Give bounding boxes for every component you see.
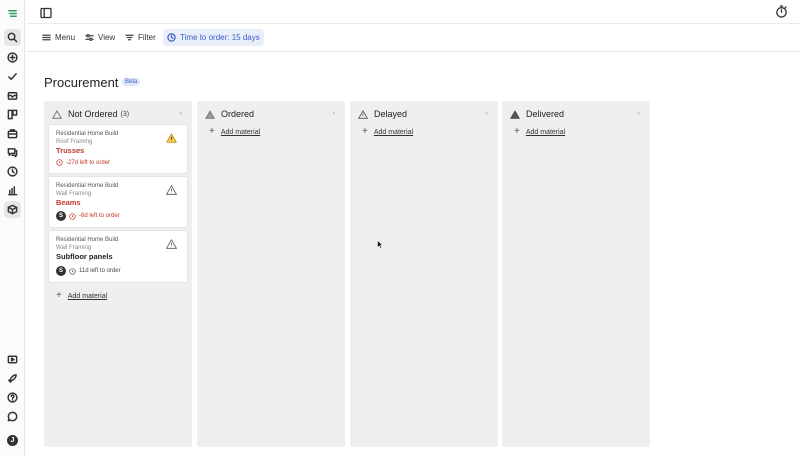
warning-icon bbox=[166, 133, 177, 143]
status-gray-triangle-icon bbox=[205, 109, 215, 119]
help-icon[interactable] bbox=[4, 389, 21, 406]
left-rail: J bbox=[0, 0, 25, 456]
add-material-button[interactable]: + Add material bbox=[362, 126, 413, 138]
card-material: Trusses bbox=[56, 146, 85, 155]
chart-icon[interactable] bbox=[4, 182, 21, 199]
timer-icon[interactable] bbox=[775, 5, 788, 18]
clock-icon[interactable] bbox=[4, 163, 21, 180]
card-due: S 11d left to order bbox=[56, 266, 121, 276]
collapse-chevron-icon[interactable]: ‹ bbox=[180, 110, 182, 117]
user-avatar[interactable]: J bbox=[4, 432, 21, 449]
add-material-button[interactable]: + Add material bbox=[514, 126, 565, 138]
mouse-cursor-icon bbox=[377, 240, 383, 249]
inbox-icon[interactable] bbox=[4, 87, 21, 104]
card-project: Residential Home Build bbox=[56, 183, 119, 189]
time-to-order-filter[interactable]: Time to order: 15 days bbox=[163, 29, 264, 46]
time-to-order-label: Time to order: 15 days bbox=[180, 33, 260, 42]
top-bar bbox=[26, 0, 800, 24]
card-material: Beams bbox=[56, 198, 81, 207]
beta-badge: Beta bbox=[122, 78, 141, 86]
add-circle-icon[interactable] bbox=[4, 49, 21, 66]
status-dark-triangle-icon bbox=[510, 109, 520, 119]
chat-icon[interactable] bbox=[4, 144, 21, 161]
card-due-text: 11d left to order bbox=[79, 268, 121, 274]
view-label: View bbox=[98, 33, 116, 42]
collapse-chevron-icon[interactable]: ‹ bbox=[333, 110, 335, 117]
user-initial: J bbox=[7, 435, 18, 446]
filter-button[interactable]: Filter bbox=[121, 29, 160, 46]
plus-icon: + bbox=[56, 290, 62, 301]
material-card[interactable]: Residential Home Build Wall Framing Subf… bbox=[49, 231, 187, 282]
add-material-button[interactable]: + Add material bbox=[209, 126, 260, 138]
card-due-text: -6d left to order bbox=[79, 213, 120, 219]
plus-icon: + bbox=[209, 126, 215, 137]
add-material-label: Add material bbox=[525, 128, 566, 136]
assignee-avatar[interactable]: S bbox=[56, 266, 66, 276]
briefcase-icon[interactable] bbox=[4, 125, 21, 142]
menu-label: Menu bbox=[55, 33, 76, 42]
status-outline-triangle-icon bbox=[52, 109, 62, 119]
clock-icon bbox=[56, 159, 63, 166]
card-phase: Wall Framing bbox=[56, 191, 92, 197]
column-title: Delivered bbox=[526, 109, 565, 119]
warning-outline-icon bbox=[166, 185, 177, 195]
plus-icon: + bbox=[514, 126, 520, 137]
board-icon[interactable] bbox=[4, 106, 21, 123]
menu-button[interactable]: Menu bbox=[38, 29, 79, 46]
warning-outline-icon bbox=[358, 109, 368, 119]
column-delivered: Delivered ‹ + Add material bbox=[502, 101, 650, 447]
message-icon[interactable] bbox=[4, 408, 21, 425]
check-icon[interactable] bbox=[4, 68, 21, 85]
warning-outline-icon bbox=[166, 239, 177, 249]
filter-label: Filter bbox=[138, 33, 156, 42]
column-delayed: Delayed ‹ + Add material bbox=[350, 101, 498, 447]
search-icon[interactable] bbox=[4, 29, 21, 46]
video-icon[interactable] bbox=[4, 351, 21, 368]
collapse-chevron-icon[interactable]: ‹ bbox=[486, 110, 488, 117]
card-due: S -6d left to order bbox=[56, 211, 120, 221]
card-phase: Wall Framing bbox=[56, 245, 92, 251]
sliders-icon bbox=[85, 33, 94, 42]
assignee-avatar[interactable]: S bbox=[56, 211, 66, 221]
app-logo-icon[interactable] bbox=[4, 5, 21, 22]
card-material: Subfloor panels bbox=[56, 252, 113, 261]
menu-icon bbox=[42, 34, 51, 41]
column-title: Ordered bbox=[221, 109, 255, 119]
clock-icon bbox=[69, 212, 76, 220]
clock-icon bbox=[167, 33, 176, 42]
column-header: Ordered ‹ bbox=[205, 107, 337, 121]
column-ordered: Ordered ‹ + Add material bbox=[197, 101, 345, 447]
collapse-chevron-icon[interactable]: ‹ bbox=[638, 110, 640, 117]
filter-icon bbox=[125, 34, 134, 41]
toolbar: Menu View Filter Time to order: 15 days bbox=[26, 24, 800, 52]
add-material-label: Add material bbox=[67, 292, 108, 300]
column-header: Delayed ‹ bbox=[358, 107, 490, 121]
view-button[interactable]: View bbox=[81, 29, 119, 46]
add-material-label: Add material bbox=[373, 128, 414, 136]
add-material-label: Add material bbox=[220, 128, 261, 136]
add-material-button[interactable]: + Add material bbox=[56, 290, 107, 302]
clock-icon bbox=[69, 267, 76, 275]
card-due: -27d left to order bbox=[56, 159, 110, 166]
card-project: Residential Home Build bbox=[56, 131, 119, 137]
column-not-ordered: Not Ordered (3) ‹ Residential Home Build… bbox=[44, 101, 192, 447]
card-phase: Roof Framing bbox=[56, 139, 93, 145]
card-project: Residential Home Build bbox=[56, 237, 119, 243]
column-title: Delayed bbox=[374, 109, 408, 119]
plus-icon: + bbox=[362, 126, 368, 137]
column-count: (3) bbox=[120, 110, 130, 118]
page-title: Procurement bbox=[44, 75, 119, 90]
column-title: Not Ordered bbox=[68, 109, 118, 119]
card-due-text: -27d left to order bbox=[66, 159, 111, 166]
package-icon[interactable] bbox=[4, 201, 21, 218]
material-card[interactable]: Residential Home Build Roof Framing Trus… bbox=[49, 125, 187, 173]
rocket-icon[interactable] bbox=[4, 370, 21, 387]
material-card[interactable]: Residential Home Build Wall Framing Beam… bbox=[49, 177, 187, 227]
column-header: Delivered ‹ bbox=[510, 107, 642, 121]
column-header: Not Ordered (3) ‹ bbox=[52, 107, 184, 121]
sidebar-toggle-icon[interactable] bbox=[40, 6, 52, 19]
